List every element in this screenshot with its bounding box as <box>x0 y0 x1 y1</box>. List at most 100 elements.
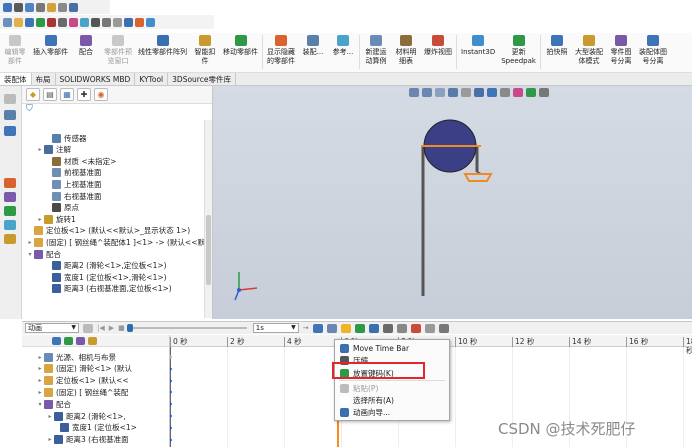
insert-components-button[interactable]: 插入零部件 <box>30 33 71 57</box>
filter-animated-icon[interactable] <box>52 336 61 345</box>
render-icon[interactable] <box>80 17 89 27</box>
add-key-icon[interactable] <box>354 323 365 333</box>
tree-item[interactable]: 定位板<1> (默认<<默认>_显示状态 1>) <box>22 225 190 237</box>
smart-fasteners-button[interactable]: 智能扣 件 <box>190 33 220 65</box>
instant3d-button[interactable]: Instant3D <box>458 33 498 57</box>
assembly-number-split-button[interactable]: 装配体图 号分离 <box>636 33 670 65</box>
tree-item[interactable]: 距离2 (滑轮<1>,定位板<1>) <box>22 260 167 272</box>
measure-icon[interactable] <box>58 17 67 27</box>
expand-arrow-icon[interactable]: ▾ <box>26 251 34 258</box>
linear-pattern-button[interactable]: 线性零部件阵列 <box>135 33 190 57</box>
grid-icon[interactable] <box>102 17 111 27</box>
playback-slider[interactable] <box>126 324 247 332</box>
motion-tree-row[interactable]: ▸ 光源、相机与布景 <box>22 351 116 363</box>
play-from-start-icon[interactable]: |◀ <box>97 324 105 332</box>
stop-icon[interactable]: ■ <box>118 324 125 332</box>
tree-item[interactable]: 上视基准面 <box>22 178 102 190</box>
new-motion-study-button[interactable]: 新建运 动算例 <box>361 33 391 65</box>
snap-icon[interactable] <box>124 17 133 27</box>
rebuild-icon[interactable] <box>36 17 45 27</box>
tree-item[interactable]: 宽度1 (定位板<1>,滑轮<1>) <box>22 271 167 283</box>
new-icon[interactable] <box>3 17 12 27</box>
graphics-area[interactable] <box>213 86 692 319</box>
tree-item[interactable]: ▸ (固定) [ 钢丝绳^装配体1 ]<1> -> (默认<<默认 <box>22 236 212 248</box>
motion-tree-row[interactable]: ▸ 距离2 (滑轮<1>, <box>22 410 126 422</box>
time-value-select[interactable]: 1s ▼ <box>252 323 299 333</box>
animation-wizard-icon[interactable] <box>326 323 337 333</box>
config-tab-icon[interactable]: ▦ <box>60 88 74 101</box>
expand-arrow-icon[interactable]: ▾ <box>36 401 44 408</box>
color-icon[interactable] <box>69 17 78 27</box>
study-properties-icon[interactable] <box>438 323 449 333</box>
library-icon[interactable] <box>4 192 16 202</box>
tree-item[interactable]: 距离3 (右视基准面,定位板<1>) <box>22 283 172 295</box>
assembly-features-button[interactable]: 装配... <box>298 33 328 57</box>
move-time-bar-item[interactable]: Move Time Bar <box>335 342 449 354</box>
filter-icon[interactable]: ⛉ <box>22 104 212 118</box>
options-icon[interactable] <box>47 17 56 27</box>
bill-of-materials-button[interactable]: 材料明 细表 <box>391 33 421 65</box>
animation-wizard-item[interactable]: 动画向导... <box>335 406 449 418</box>
calculate-icon[interactable] <box>83 323 93 333</box>
point-icon[interactable] <box>36 2 45 12</box>
home-icon[interactable] <box>4 94 16 104</box>
tree-item[interactable]: 材质 <未指定> <box>22 155 116 167</box>
damper-icon[interactable] <box>396 323 407 333</box>
take-snapshot-button[interactable]: 拍快照 <box>542 33 572 57</box>
dimxpert-tab-icon[interactable]: ✚ <box>77 88 91 101</box>
expand-arrow-icon[interactable]: ▸ <box>46 436 54 443</box>
palette-icon[interactable] <box>4 206 16 216</box>
open-icon[interactable] <box>14 17 23 27</box>
sketch-icon[interactable] <box>3 2 12 12</box>
arrow-right-icon[interactable]: → <box>303 324 309 332</box>
expand-arrow-icon[interactable]: ▸ <box>36 377 44 384</box>
tree-item[interactable]: ▸ 旋转1 <box>22 213 76 225</box>
motion-tree-row[interactable]: ▸ (固定) 滑轮<1> (默认 <box>22 363 132 375</box>
tree-item[interactable]: ▸ 注解 <box>22 144 71 156</box>
tree-item[interactable]: 前视基准面 <box>22 167 102 179</box>
expand-arrow-icon[interactable]: ▸ <box>36 146 44 153</box>
tree-scrollbar[interactable] <box>204 120 212 318</box>
motion-tree-row[interactable]: ▸ 定位板<1> (默认<< <box>22 375 129 387</box>
filter-driving-icon[interactable] <box>64 336 73 345</box>
axis-icon[interactable] <box>25 2 34 12</box>
color-wheel-icon[interactable] <box>135 17 144 27</box>
appearance-icon[interactable] <box>4 178 16 188</box>
update-speedpak-button[interactable]: 更新 Speedpak <box>498 33 539 65</box>
component-preview-button[interactable]: 零部件预 览窗口 <box>101 33 135 65</box>
select-all-item[interactable]: 选择所有(A) <box>335 394 449 406</box>
results-icon[interactable] <box>424 323 435 333</box>
part-number-split-button[interactable]: 零件图 号分离 <box>606 33 636 65</box>
contact-icon[interactable] <box>410 323 421 333</box>
save-icon[interactable] <box>25 17 34 27</box>
plane-icon[interactable] <box>47 2 56 12</box>
edit-component-button[interactable]: 编辑零 部件 <box>0 33 30 65</box>
autokey-icon[interactable] <box>340 323 351 333</box>
tab-3dsource[interactable]: 3DSource零件库 <box>168 73 236 85</box>
save-animation-icon[interactable] <box>312 323 323 333</box>
paste-item[interactable]: 粘贴(P) <box>335 382 449 394</box>
expand-arrow-icon[interactable]: ▸ <box>46 413 54 420</box>
exploded-view-button[interactable]: 爆炸视图 <box>421 33 455 57</box>
mate-button[interactable]: 配合 <box>71 33 101 57</box>
view-icon[interactable] <box>69 2 78 12</box>
settings-icon[interactable] <box>58 2 67 12</box>
feature-tree-tab-icon[interactable]: ◆ <box>26 88 40 101</box>
motor-icon[interactable] <box>368 323 379 333</box>
expand-arrow-icon[interactable]: ▸ <box>36 389 44 396</box>
play-icon[interactable]: ▶ <box>109 324 114 332</box>
motion-tree-row[interactable]: ▸ 距离3 (右视基准面 <box>22 434 129 446</box>
tree-item[interactable]: 原点 <box>22 202 79 214</box>
display-tab-icon[interactable]: ◉ <box>94 88 108 101</box>
expand-arrow-icon[interactable]: ▸ <box>36 354 44 361</box>
expand-arrow-icon[interactable]: ▸ <box>36 216 44 223</box>
forum-icon[interactable] <box>4 220 16 230</box>
tree-item[interactable]: 传感器 <box>22 132 87 144</box>
tree-item[interactable]: ▾ 配合 <box>22 248 61 260</box>
motion-tree-row[interactable]: ▾ 配合 <box>22 398 71 410</box>
filter-icon[interactable] <box>91 17 100 27</box>
motion-tree-row[interactable]: 宽度1 (定位板<1> <box>22 422 137 434</box>
tree-item[interactable]: 右视基准面 <box>22 190 102 202</box>
tab-layout[interactable]: 布局 <box>32 73 56 85</box>
filter-results-icon[interactable] <box>88 336 97 345</box>
